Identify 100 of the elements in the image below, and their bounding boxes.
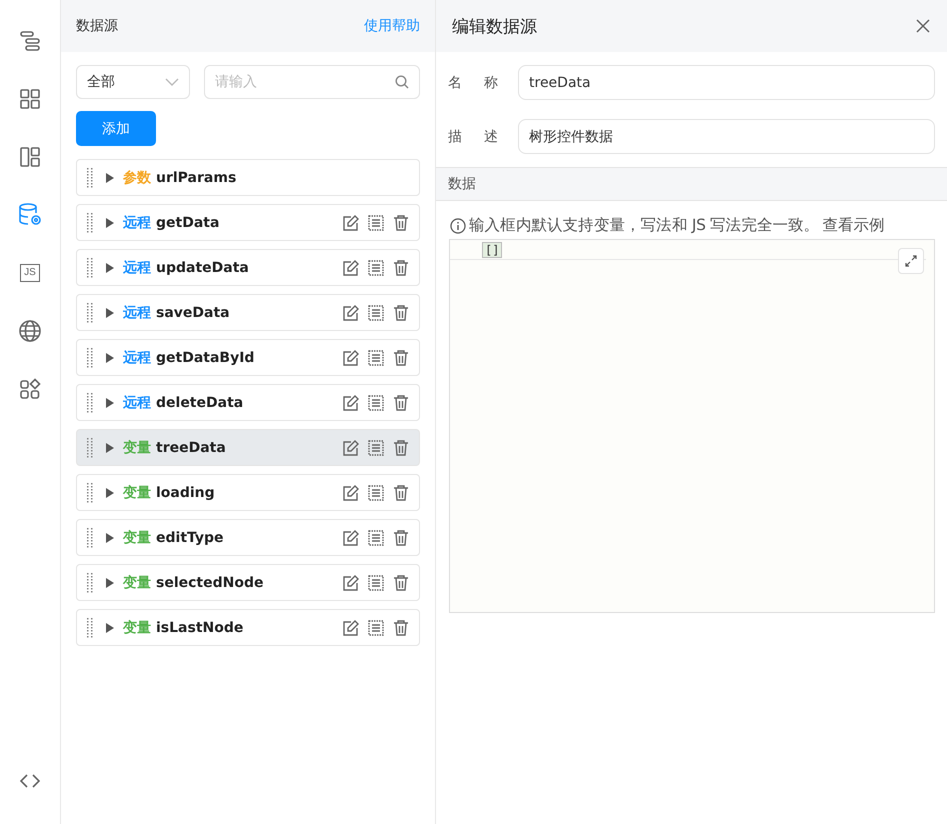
document-icon	[367, 618, 385, 636]
field-label: 描 述	[448, 128, 498, 146]
expand-arrow-icon	[105, 306, 115, 318]
delete-button[interactable]	[391, 392, 411, 412]
trash-icon	[392, 438, 410, 456]
edit-icon	[342, 484, 360, 502]
copy-button[interactable]	[366, 528, 386, 548]
data-source-item[interactable]: 变量 selectedNode	[76, 564, 420, 601]
copy-button[interactable]	[366, 392, 386, 412]
data-source-item[interactable]: 远程 deleteData	[76, 384, 420, 421]
copy-button[interactable]	[366, 212, 386, 232]
trash-icon	[392, 618, 410, 636]
js-tab[interactable]: JS	[15, 258, 45, 288]
data-source-item[interactable]: 远程 updateData	[76, 249, 420, 286]
type-tag: 远程	[123, 258, 151, 276]
document-icon	[367, 394, 385, 412]
item-name: selectedNode	[156, 574, 264, 590]
edit-button[interactable]	[341, 528, 361, 548]
type-tag: 变量	[123, 484, 151, 502]
info-icon	[450, 218, 466, 234]
trash-icon	[392, 394, 410, 412]
data-source-item[interactable]: 参数 urlParams	[76, 159, 420, 196]
search-field[interactable]: 请输入	[204, 65, 420, 99]
delete-button[interactable]	[391, 438, 411, 458]
data-source-item[interactable]: 远程 getDataById	[76, 339, 420, 376]
edit-button[interactable]	[341, 572, 361, 592]
trash-icon	[392, 348, 410, 366]
data-source-item[interactable]: 远程 saveData	[76, 294, 420, 331]
delete-button[interactable]	[391, 572, 411, 592]
copy-button[interactable]	[366, 572, 386, 592]
trash-icon	[392, 528, 410, 546]
copy-button[interactable]	[366, 438, 386, 458]
document-icon	[367, 484, 385, 502]
edit-button[interactable]	[341, 258, 361, 278]
edit-button[interactable]	[341, 482, 361, 502]
delete-button[interactable]	[391, 528, 411, 548]
trash-icon	[392, 304, 410, 322]
edit-button[interactable]	[341, 438, 361, 458]
document-icon	[367, 528, 385, 546]
input-field[interactable]: 树形控件数据	[518, 119, 935, 154]
drag-handle-icon	[87, 348, 93, 368]
item-name: editType	[156, 530, 225, 546]
edit-icon	[342, 394, 360, 412]
data-source-item[interactable]: 远程 getData	[76, 204, 420, 241]
editor-title: 编辑数据源	[452, 16, 537, 38]
example-link[interactable]: 查看示例	[822, 215, 885, 236]
drag-handle-icon	[87, 212, 93, 232]
js-icon: JS	[20, 264, 40, 282]
document-icon	[367, 574, 385, 592]
expand-arrow-icon	[105, 576, 115, 588]
code-text: []	[482, 242, 502, 258]
search-icon	[395, 75, 409, 89]
delete-button[interactable]	[391, 302, 411, 322]
delete-button[interactable]	[391, 212, 411, 232]
edit-button[interactable]	[341, 618, 361, 638]
expand-arrow-icon	[105, 622, 115, 634]
expand-arrow-icon	[105, 396, 115, 408]
data-source-item[interactable]: 变量 editType	[76, 519, 420, 556]
type-select[interactable]: 全部	[76, 65, 190, 99]
type-tag: 变量	[123, 528, 151, 546]
expand-arrow-icon	[105, 486, 115, 498]
copy-button[interactable]	[366, 482, 386, 502]
copy-button[interactable]	[366, 302, 386, 322]
edit-button[interactable]	[341, 392, 361, 412]
layout-icon	[18, 145, 42, 169]
outline-icon	[18, 29, 42, 53]
input-field[interactable]: treeData	[518, 65, 935, 100]
trash-icon	[392, 484, 410, 502]
edit-icon	[342, 258, 360, 276]
type-tag: 参数	[123, 168, 151, 186]
edit-icon	[342, 574, 360, 592]
delete-button[interactable]	[391, 258, 411, 278]
data-source-item[interactable]: 变量 treeData	[76, 429, 420, 466]
edit-button[interactable]	[341, 212, 361, 232]
copy-button[interactable]	[366, 348, 386, 368]
drag-handle-icon	[87, 258, 93, 278]
code-editor[interactable]: []	[449, 239, 935, 613]
data-source-item[interactable]: 变量 loading	[76, 474, 420, 511]
hint-text: 输入框内默认支持变量，写法和 JS 写法完全一致。	[469, 215, 820, 236]
type-tag: 远程	[123, 348, 151, 366]
expand-arrow-icon	[105, 262, 115, 274]
delete-button[interactable]	[391, 348, 411, 368]
copy-button[interactable]	[366, 258, 386, 278]
delete-button[interactable]	[391, 618, 411, 638]
type-tag: 远程	[123, 214, 151, 232]
trash-icon	[392, 258, 410, 276]
close-button[interactable]	[915, 18, 931, 34]
edit-button[interactable]	[341, 302, 361, 322]
type-tag: 远程	[123, 304, 151, 322]
fullscreen-button[interactable]	[898, 248, 924, 274]
type-tag: 变量	[123, 438, 151, 456]
chevron-down-icon	[165, 78, 179, 86]
delete-button[interactable]	[391, 482, 411, 502]
drag-handle-icon	[87, 302, 93, 322]
close-icon	[915, 18, 931, 34]
expand-arrow-icon	[105, 216, 115, 228]
data-source-item[interactable]: 变量 isLastNode	[76, 609, 420, 646]
edit-button[interactable]	[341, 348, 361, 368]
item-name: getData	[156, 214, 220, 230]
copy-button[interactable]	[366, 618, 386, 638]
